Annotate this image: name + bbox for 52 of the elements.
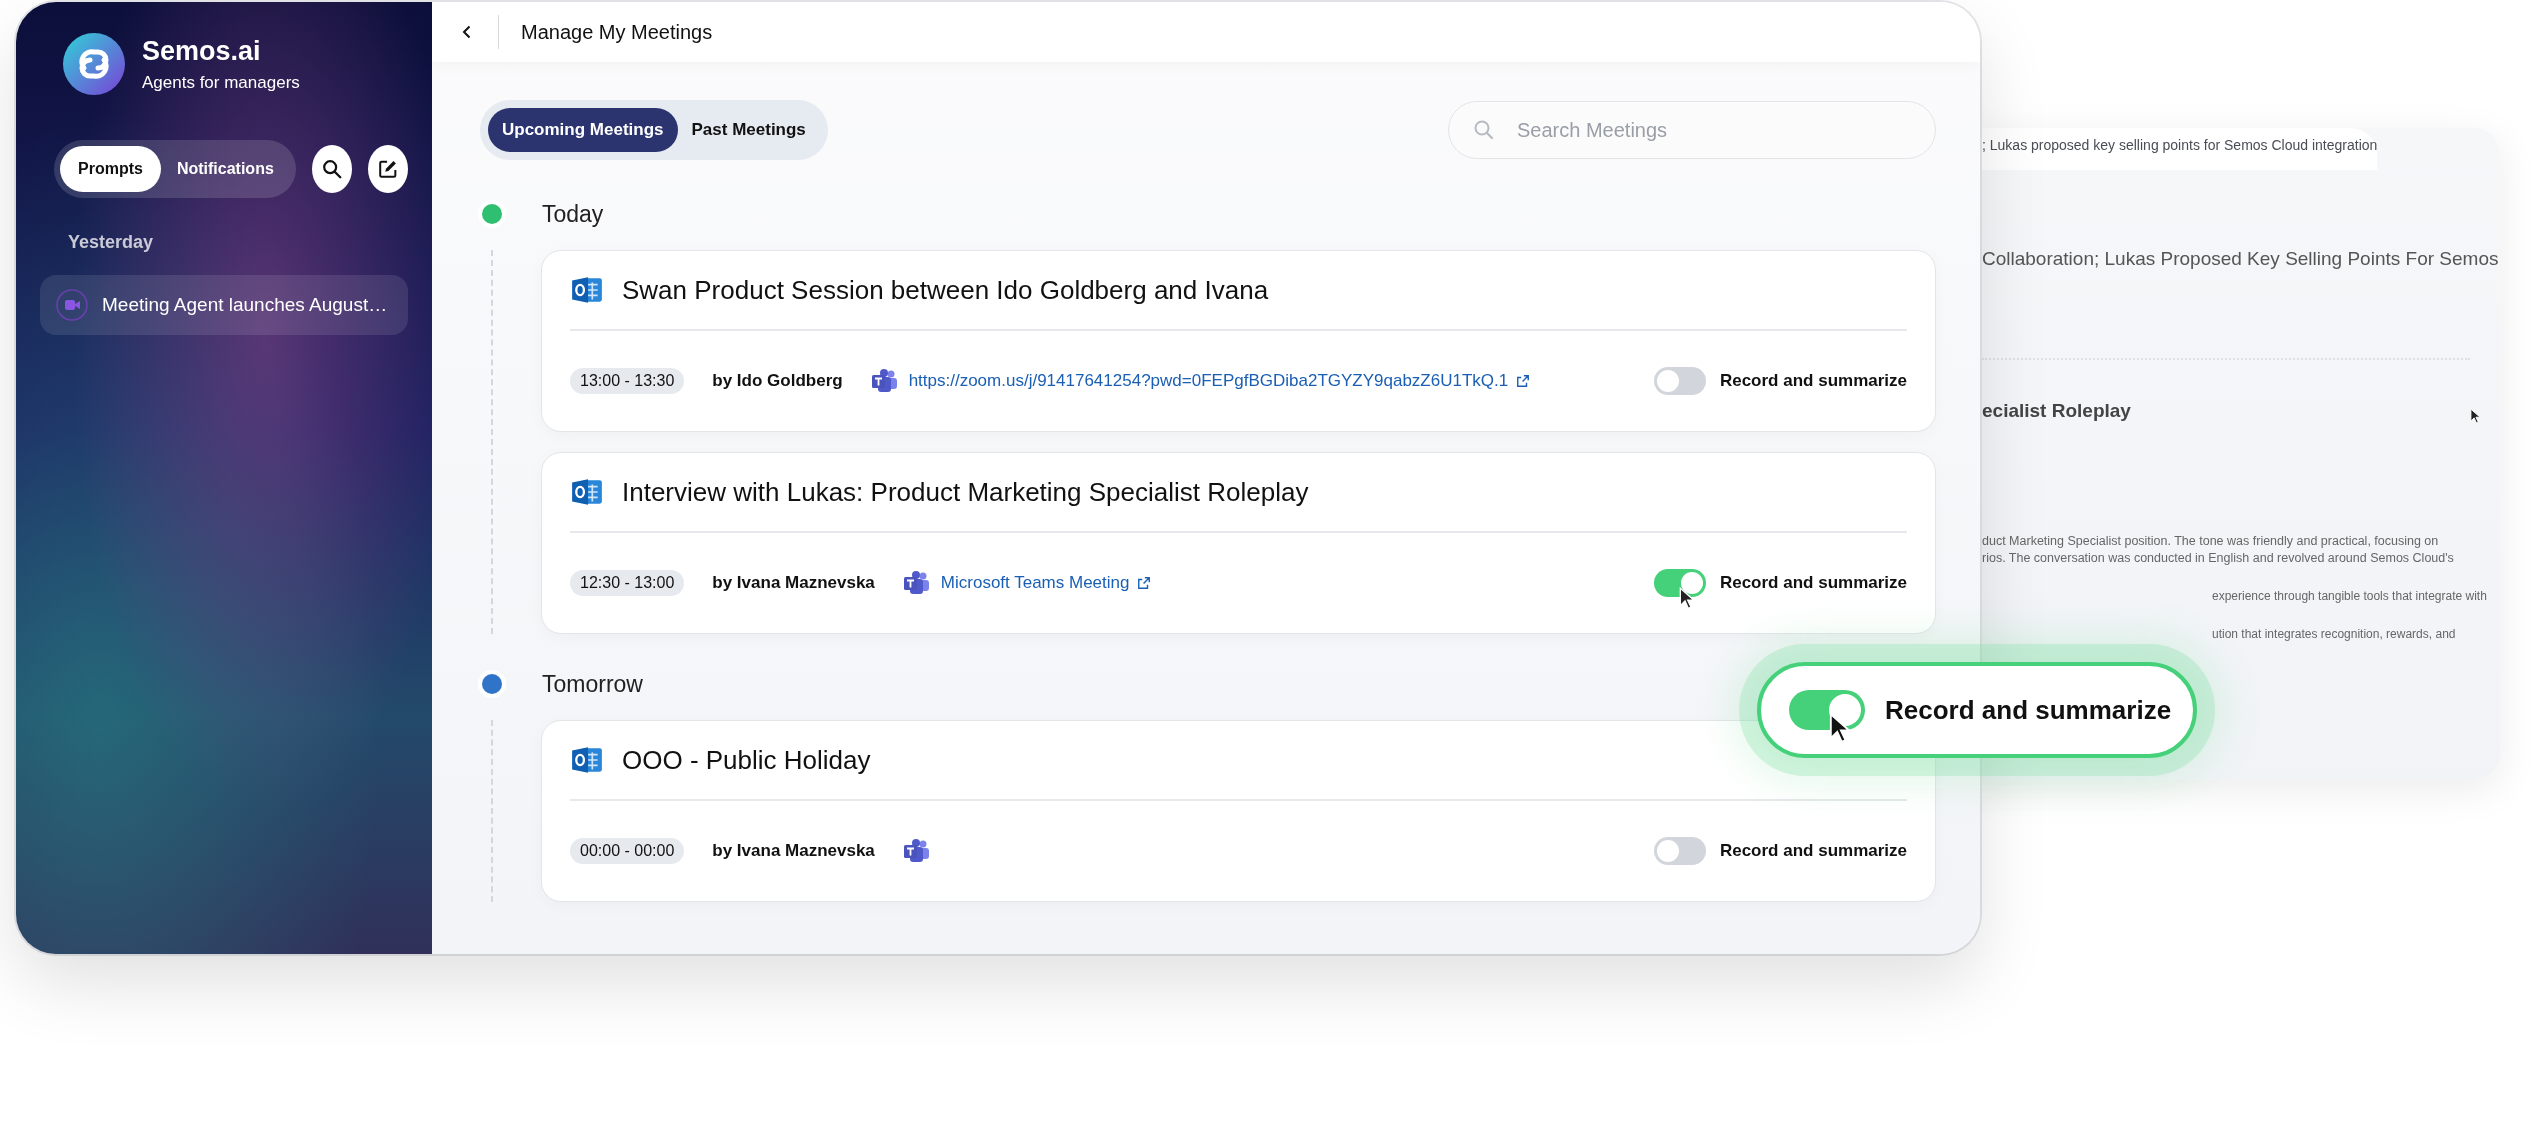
record-toggle[interactable] (1653, 367, 1706, 395)
meeting-title: Swan Product Session between Ido Goldberg and Ivana (622, 274, 1269, 306)
sidebar-tab[interactable]: Notifications (160, 146, 290, 192)
edit-icon (376, 158, 399, 180)
meeting-link[interactable]: https://zoom.us/j/91417641254?pwd=0FEPgfBGDiba2TGYZY9qabzZ6U1TkQ.1 (908, 371, 1531, 391)
summary-text: ution that integrates recognition, rewards, and (2211, 627, 2456, 641)
summary-text: ecialist Roleplay (1982, 400, 2131, 422)
meeting-link[interactable]: Microsoft Teams Meeting (940, 573, 1152, 593)
record-toggle[interactable] (1653, 569, 1706, 597)
day-heading: Today (542, 200, 604, 228)
app-name: Semos.ai (142, 35, 262, 67)
page-title: Manage My Meetings (521, 20, 713, 44)
section-heading: Yesterday (68, 232, 155, 253)
time-range: 12:30 - 13:00 (570, 570, 685, 596)
record-toggle[interactable] (1789, 690, 1865, 730)
search-icon (320, 158, 343, 180)
organizer: by Ivana Maznevska (712, 841, 875, 861)
search-field[interactable]: Search Meetings (1448, 101, 1936, 159)
teams-icon (870, 367, 899, 395)
toggle-label: Record and summarize (1719, 371, 1907, 391)
conversation-title: Meeting Agent launches August… (102, 294, 388, 316)
search-button[interactable] (311, 145, 352, 193)
summary-text: duct Marketing Specialist position. The tone was friendly and practical, focusing on (1982, 534, 2439, 548)
day-heading: Tomorrow (542, 670, 643, 698)
video-camera-icon (56, 289, 88, 321)
summary-text: rios. The conversation was conducted in English and revolved around Semos Cloud's (1982, 551, 2454, 565)
toggle-label: Record and summarize (1885, 694, 2172, 726)
teams-icon (902, 569, 931, 597)
meeting-title: Interview with Lukas: Product Marketing Specialist Roleplay (622, 476, 1309, 508)
time-range: 13:00 - 13:30 (570, 368, 685, 394)
app-tagline: Agents for managers (142, 72, 300, 93)
conversation-item[interactable]: Meeting Agent launches August… (40, 275, 408, 335)
sidebar-tab[interactable]: Prompts (60, 146, 161, 192)
external-link-icon (1516, 374, 1531, 388)
summary-text: ; Lukas proposed key selling points for Semos Cloud integration (1980, 128, 2378, 170)
cursor-icon (1679, 587, 1695, 611)
meeting-tab[interactable]: Past Meetings (677, 108, 820, 152)
summary-text: experience through tangible tools that integrate with (2211, 589, 2487, 603)
organizer: by Ivana Maznevska (712, 573, 875, 593)
meeting-tab[interactable]: Upcoming Meetings (488, 108, 678, 152)
logo-icon (62, 32, 126, 96)
teams-icon (902, 837, 931, 865)
toggle-label: Record and summarize (1719, 841, 1907, 861)
new-prompt-button[interactable] (367, 145, 408, 193)
external-link-icon (1137, 576, 1152, 590)
meeting-title: OOO - Public Holiday (622, 744, 871, 776)
record-toggle[interactable] (1653, 837, 1706, 865)
time-range: 00:00 - 00:00 (570, 838, 685, 864)
organizer: by Ido Goldberg (712, 371, 843, 391)
toggle-label: Record and summarize (1719, 573, 1907, 593)
cursor-icon (2470, 408, 2481, 425)
summary-text: Collaboration; Lukas Proposed Key Selling Points For Semos (1982, 248, 2499, 270)
